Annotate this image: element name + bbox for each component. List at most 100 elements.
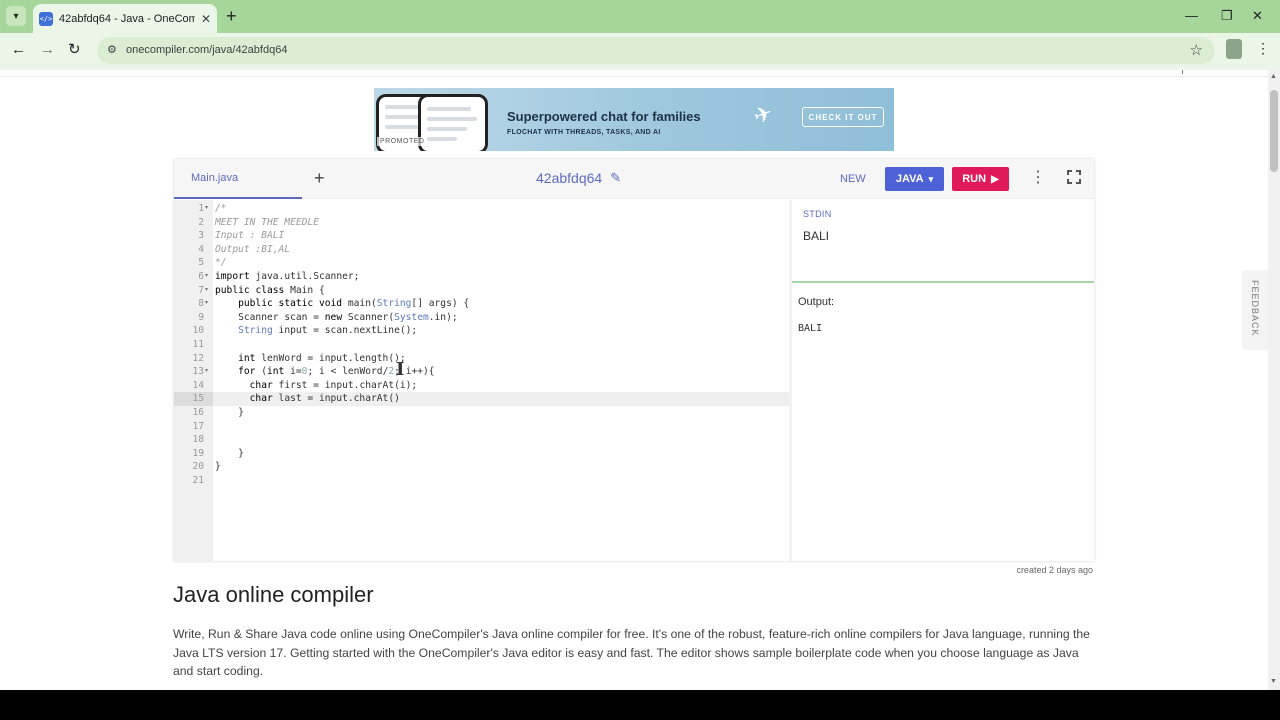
- tab-strip: ▾ </> 42abfdq64 - Java - OneCompiler ✕ +…: [0, 0, 1280, 33]
- site-info-icon[interactable]: ⚙: [107, 43, 117, 56]
- close-tab-icon[interactable]: ✕: [201, 12, 211, 26]
- line-number: 2: [198, 216, 204, 228]
- code-line[interactable]: int lenWord = input.length();: [215, 352, 406, 366]
- line-number: 14: [192, 379, 204, 391]
- code-line[interactable]: }: [215, 406, 244, 420]
- close-window-icon[interactable]: ✕: [1252, 8, 1263, 24]
- line-number: 20: [192, 461, 204, 473]
- feedback-tab[interactable]: FEEDBACK: [1242, 270, 1268, 350]
- text-cursor-icon: I: [396, 359, 405, 380]
- reload-icon[interactable]: ↻: [68, 41, 81, 59]
- output-label: Output:: [798, 296, 835, 308]
- stdin-pane[interactable]: STDIN BALI: [792, 200, 1094, 283]
- line-number: 19: [192, 447, 204, 459]
- new-button[interactable]: NEW: [840, 173, 866, 185]
- fold-arrow-icon[interactable]: ▾: [205, 365, 208, 379]
- stdin-label: STDIN: [803, 209, 832, 219]
- address-bar[interactable]: ⚙ onecompiler.com/java/42abfdq64 ☆: [97, 37, 1215, 64]
- line-number: 16: [192, 407, 204, 418]
- scroll-thumb[interactable]: [1270, 90, 1278, 172]
- fullscreen-icon[interactable]: [1067, 170, 1081, 184]
- line-number: 18: [192, 434, 204, 446]
- code-line[interactable]: char last = input.charAt(): [215, 392, 400, 406]
- chevron-down-icon: ▾: [928, 173, 934, 184]
- language-label: JAVA: [895, 173, 924, 185]
- more-options-icon[interactable]: ⋮: [1030, 169, 1046, 187]
- output-pane: Output: BALI: [792, 285, 1094, 561]
- browser-menu-icon[interactable]: ⋮: [1256, 40, 1270, 57]
- code-line[interactable]: }: [215, 460, 221, 474]
- new-tab-button[interactable]: +: [226, 7, 237, 25]
- url-text[interactable]: onecompiler.com/java/42abfdq64: [126, 44, 287, 56]
- page-content: PROMOTED Superpowered chat for families …: [0, 70, 1268, 690]
- run-label: RUN: [962, 173, 987, 185]
- line-number: 13: [192, 366, 204, 378]
- minimize-icon[interactable]: —: [1185, 8, 1198, 23]
- code-line[interactable]: public static void main(String[] args) {: [215, 297, 469, 311]
- browser-chrome: ▾ </> 42abfdq64 - Java - OneCompiler ✕ +…: [0, 0, 1280, 70]
- line-number: 3: [198, 230, 204, 242]
- file-tab-main[interactable]: Main.java: [174, 159, 302, 199]
- ad-banner[interactable]: PROMOTED Superpowered chat for families …: [374, 88, 894, 151]
- pencil-icon[interactable]: ✎: [610, 170, 621, 186]
- code-line[interactable]: String input = scan.nextLine();: [215, 324, 417, 338]
- page-scrollbar[interactable]: ▲ ▼: [1268, 70, 1280, 690]
- fold-arrow-icon[interactable]: ▾: [205, 297, 208, 311]
- forward-icon[interactable]: →: [40, 41, 55, 59]
- ad-subline: FLOCHAT WITH THREADS, TASKS, AND AI: [507, 129, 661, 136]
- code-line[interactable]: Output :BI,AL: [215, 243, 290, 257]
- code-title-text: 42abfdq64: [536, 170, 603, 186]
- output-value: BALI: [798, 323, 823, 334]
- profile-avatar[interactable]: [1226, 39, 1242, 59]
- code-line[interactable]: public class Main {: [215, 284, 325, 298]
- code-line[interactable]: /*: [215, 202, 227, 216]
- ad-cta-button[interactable]: CHECK IT OUT: [802, 107, 884, 127]
- browser-tab[interactable]: </> 42abfdq64 - Java - OneCompiler ✕: [33, 4, 217, 33]
- code-line[interactable]: char first = input.charAt(i);: [215, 379, 418, 393]
- play-icon: ▶: [991, 173, 999, 185]
- browser-toolbar: ← → ↻ ⚙ onecompiler.com/java/42abfdq64 ☆…: [0, 33, 1280, 70]
- ad-headline: Superpowered chat for families: [507, 109, 701, 124]
- editor-card: Main.java + 42abfdq64 ✎ NEW JAVA ▾ RUN ▶…: [174, 159, 1094, 561]
- line-number: 5: [198, 257, 204, 269]
- line-number-gutter: 1 ▾ 2 3 4 5 6 ▾ 7 ▾ 8 ▾ 9 10 11 12 13 ▾ 14 15 16 17 18 19 20 21: [174, 200, 213, 561]
- language-select-button[interactable]: JAVA ▾: [885, 167, 944, 191]
- favicon-icon: </>: [39, 11, 53, 26]
- tab-search-button[interactable]: ▾: [6, 6, 26, 26]
- line-number: 17: [192, 420, 204, 432]
- scroll-down-icon[interactable]: ▼: [1270, 678, 1277, 685]
- code-line[interactable]: */: [215, 256, 227, 270]
- page-heading: Java online compiler: [173, 582, 374, 607]
- code-line[interactable]: import java.util.Scanner;: [215, 270, 359, 284]
- stdin-input[interactable]: BALI: [803, 229, 829, 243]
- bookmark-star-icon[interactable]: ☆: [1190, 41, 1203, 59]
- line-number: 9: [198, 311, 204, 323]
- add-file-button[interactable]: +: [314, 168, 325, 188]
- line-number: 8: [198, 298, 204, 310]
- divider: [0, 76, 1268, 77]
- tab-title: 42abfdq64 - Java - OneCompiler: [59, 12, 195, 25]
- code-line[interactable]: Input : BALI: [215, 229, 284, 243]
- intro-paragraph: Write, Run & Share Java code online usin…: [173, 627, 1090, 678]
- run-button[interactable]: RUN ▶: [952, 167, 1009, 191]
- line-number: 11: [192, 339, 204, 350]
- code-line[interactable]: }: [215, 447, 244, 461]
- fold-arrow-icon[interactable]: ▾: [205, 202, 208, 216]
- code-editor[interactable]: /* MEET IN THE MEEDLE Input : BALI Output :…: [213, 200, 789, 561]
- line-number: 10: [192, 325, 204, 337]
- scroll-up-icon[interactable]: ▲: [1270, 73, 1277, 80]
- line-number: 6: [198, 271, 204, 282]
- line-number: 7: [198, 284, 204, 296]
- code-line[interactable]: MEET IN THE MEEDLE: [215, 216, 319, 230]
- fold-arrow-icon[interactable]: ▾: [205, 270, 208, 284]
- taskbar-strip: [0, 690, 1280, 720]
- code-line[interactable]: Scanner scan = new Scanner(System.in);: [215, 311, 458, 325]
- phone-mockup-image: [418, 94, 488, 151]
- line-number: 1: [198, 203, 204, 214]
- fold-arrow-icon[interactable]: ▾: [205, 284, 208, 298]
- line-number: 21: [192, 475, 204, 486]
- back-icon[interactable]: ←: [11, 41, 26, 59]
- restore-icon[interactable]: ❐: [1221, 8, 1233, 24]
- created-timestamp: created 2 days ago: [1016, 565, 1093, 575]
- code-title[interactable]: 42abfdq64 ✎: [536, 170, 621, 186]
